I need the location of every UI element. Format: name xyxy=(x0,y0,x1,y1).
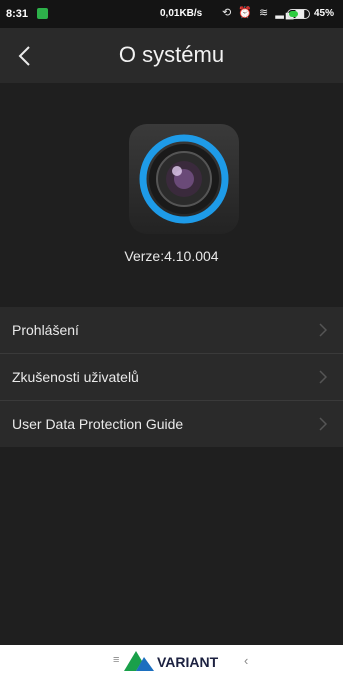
battery-icon xyxy=(287,9,310,19)
sync-icon: ⟲ xyxy=(222,7,234,19)
notification-icon xyxy=(37,8,48,19)
menu-item-label: Prohlášení xyxy=(12,322,79,338)
app-logo xyxy=(129,124,239,234)
nav-back-icon[interactable]: ‹ xyxy=(244,653,248,668)
version-label: Verze:4.10.004 xyxy=(124,248,219,264)
camera-icon xyxy=(139,134,229,224)
menu-item-label: Zkušenosti uživatelů xyxy=(12,369,139,385)
wifi-icon: ≋ xyxy=(259,7,271,19)
watermark-text: VARIANT xyxy=(157,654,219,670)
settings-menu: Prohlášení Zkušenosti uživatelů User Dat… xyxy=(0,307,343,447)
menu-item-user-data-protection[interactable]: User Data Protection Guide xyxy=(0,401,343,447)
variant-logo-icon xyxy=(124,651,154,671)
menu-item-user-experience[interactable]: Zkušenosti uživatelů xyxy=(0,354,343,401)
system-nav-bar: ≡ VARIANT ‹ xyxy=(0,645,343,677)
app-header: O systému xyxy=(0,28,343,83)
page-title: O systému xyxy=(118,42,225,67)
chevron-right-icon xyxy=(319,417,327,431)
network-speed: 0,01KB/s xyxy=(160,8,203,19)
menu-item-label: User Data Protection Guide xyxy=(12,416,184,432)
status-bar: 8:31 0,01KB/s ⟲ ⏰ ≋ ▂▄▆ 45% xyxy=(0,0,343,28)
status-time: 8:31 xyxy=(6,8,29,20)
battery-percentage: 45% xyxy=(314,8,335,19)
chevron-right-icon xyxy=(319,370,327,384)
menu-item-prohlaseni[interactable]: Prohlášení xyxy=(0,307,343,354)
alarm-icon: ⏰ xyxy=(238,7,254,19)
menu-icon[interactable]: ≡ xyxy=(113,654,119,666)
chevron-right-icon xyxy=(319,323,327,337)
